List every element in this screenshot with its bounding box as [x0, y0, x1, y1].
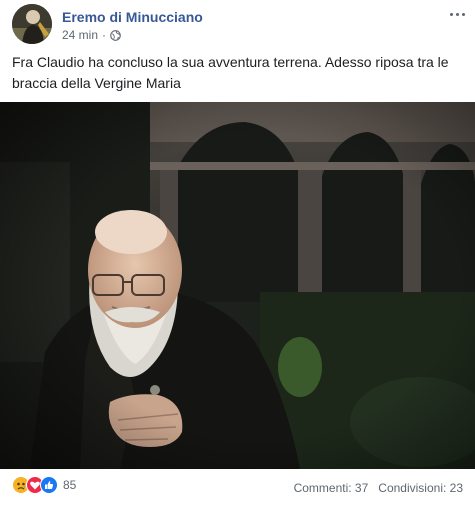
shares-count-link[interactable]: Condivisioni: 23	[378, 481, 463, 495]
reaction-count: 85	[63, 478, 77, 492]
post-header: Eremo di Minucciano 24 min ·	[12, 4, 467, 44]
facebook-post: Eremo di Minucciano 24 min · Fra Claudio…	[0, 0, 475, 507]
reaction-summary[interactable]: 85	[12, 476, 76, 494]
post-footer: 85 Commenti: 37 Condivisioni: 23	[12, 476, 463, 500]
globe-icon[interactable]	[110, 29, 121, 41]
post-photo[interactable]	[0, 102, 475, 469]
avatar-image	[12, 4, 52, 44]
more-options-icon[interactable]	[447, 6, 467, 22]
like-reaction-icon	[40, 476, 58, 494]
page-avatar[interactable]	[12, 4, 52, 44]
photo-image	[0, 102, 475, 469]
comments-count-link[interactable]: Commenti: 37	[294, 481, 369, 495]
meta-separator: ·	[102, 28, 107, 42]
post-meta: 24 min ·	[62, 28, 121, 42]
engagement-counts: Commenti: 37 Condivisioni: 23	[294, 481, 463, 495]
page-name-link[interactable]: Eremo di Minucciano	[62, 9, 203, 25]
post-message: Fra Claudio ha concluso la sua avventura…	[12, 54, 449, 91]
post-timestamp[interactable]: 24 min	[62, 28, 98, 42]
